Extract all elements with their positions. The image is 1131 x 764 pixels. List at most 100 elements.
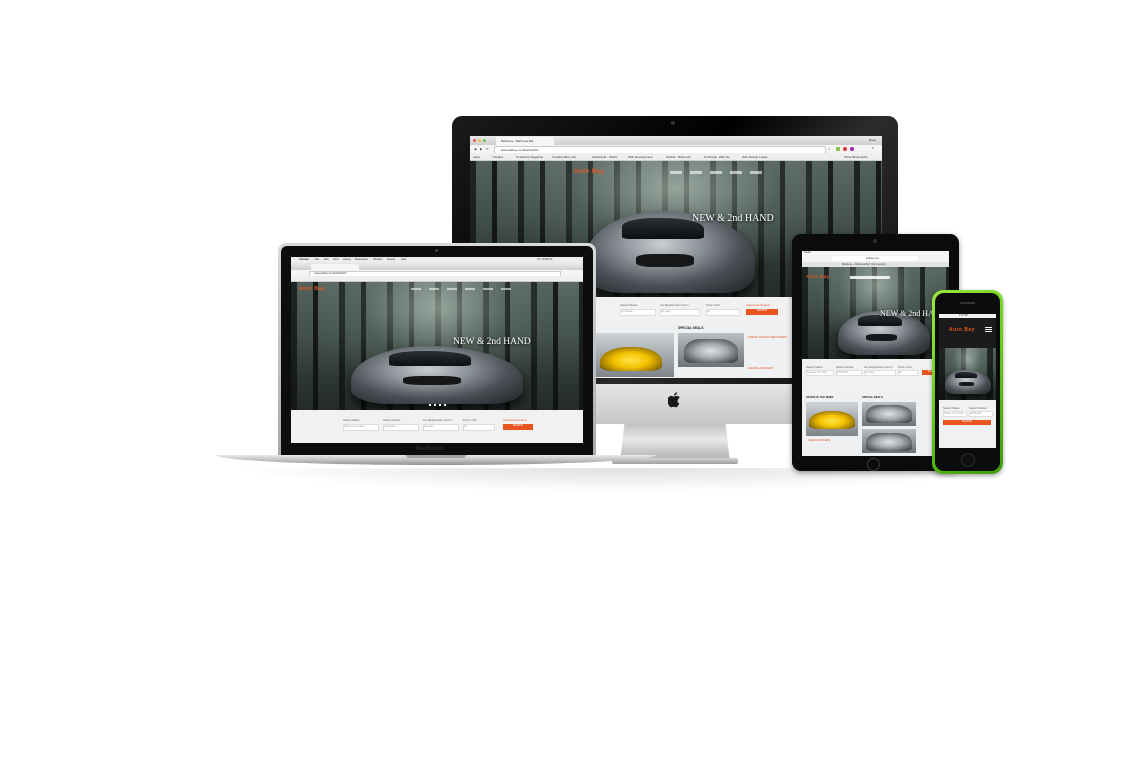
menubar-item[interactable]: Bookmarks <box>355 258 368 261</box>
make-label: Select Make <box>943 406 960 410</box>
bookmark-item[interactable]: UI Design, Web De <box>704 155 730 159</box>
site-nav <box>411 288 511 290</box>
registration-select[interactable]: All years <box>423 424 459 431</box>
deal-car-image[interactable] <box>866 405 912 423</box>
bookmark-item[interactable]: Other Bookmarks <box>844 155 867 159</box>
deal-title[interactable]: FRESH OFFER MERCEDES <box>748 335 787 339</box>
advanced-search-link[interactable]: Advanced Search <box>746 303 770 307</box>
model-select[interactable]: All Models <box>836 370 862 376</box>
extension-icon[interactable] <box>836 147 840 151</box>
price-select[interactable]: All <box>463 424 495 431</box>
bookmark-star-icon[interactable]: ☆ <box>828 147 831 151</box>
hero-car-image <box>351 346 523 404</box>
site-logo[interactable]: Auto Bay <box>806 274 830 279</box>
make-select[interactable]: Select a car make <box>943 411 967 417</box>
site-logo[interactable]: Auto Bay <box>299 286 325 292</box>
make-label: Select Make <box>343 418 360 422</box>
url-field[interactable]: autbay.com <box>832 256 918 261</box>
menubar-item[interactable]: People <box>387 258 395 261</box>
bookmark-item[interactable]: Creative Bloq | Art <box>552 155 576 159</box>
macbook-label: MacBook Air <box>416 446 445 452</box>
imac-tabbar: Barhama - Barhama Bar Dave <box>470 136 882 145</box>
reload-icon[interactable]: ↻ <box>486 147 489 151</box>
make-select[interactable]: Select a car make <box>343 424 379 431</box>
menubar-item[interactable]: Chrome <box>299 258 309 261</box>
macbook-device: Chrome File Edit View History Bookmarks … <box>216 243 656 473</box>
ipad-addressbar: autbay.com <box>802 255 949 262</box>
offer-title: OFFER OF THE WEEK <box>806 396 834 399</box>
url-text: www.autbay.com/barhari/bh/ <box>314 272 347 275</box>
model-select[interactable]: All Models <box>969 411 993 417</box>
menubar-clock: Thu 20:58:30 <box>537 258 553 261</box>
window-minimize-icon[interactable] <box>478 139 481 142</box>
back-icon[interactable]: ◀ <box>474 147 476 151</box>
hero-section: Auto Bay NEW & 2nd HAND <box>291 282 583 410</box>
imac-camera <box>671 121 675 125</box>
deal-car-image[interactable] <box>684 339 738 363</box>
bookmark-item[interactable]: Awwwards - Websi <box>592 155 617 159</box>
menubar-item[interactable]: File <box>315 258 319 261</box>
make-select[interactable]: Select a car make <box>806 370 834 376</box>
price-select[interactable]: All <box>706 309 740 316</box>
deal-car-image-2[interactable] <box>866 433 912 451</box>
iphone-home-button[interactable] <box>961 453 975 467</box>
offer-car-image[interactable] <box>809 411 855 429</box>
content-area: OFFER OF THE WEEK SPECIAL DEALS SEARCH O… <box>802 393 949 456</box>
extension-icon[interactable] <box>843 147 847 151</box>
menubar-item[interactable]: Edit <box>324 258 328 261</box>
menubar-item[interactable]: History <box>343 258 351 261</box>
bookmark-item[interactable]: Web Development <box>628 155 653 159</box>
window-zoom-icon[interactable] <box>483 139 486 142</box>
hero-section <box>939 348 996 400</box>
ipad-camera <box>873 239 877 243</box>
menu-icon[interactable]: ≡ <box>872 146 874 150</box>
carousel-dots[interactable] <box>429 404 447 406</box>
browser-user-name: Dave <box>868 138 876 142</box>
bookmark-item[interactable]: Tutsplus <box>492 155 503 159</box>
registration-label: 1st Registration From <box>660 303 689 307</box>
bookmark-item[interactable]: Apps <box>473 155 480 159</box>
bookmark-item[interactable]: GitHub · Build soft <box>666 155 690 159</box>
model-select[interactable]: All Models <box>383 424 419 431</box>
macbook-camera <box>435 249 438 252</box>
bookmark-item[interactable]: Web Design Ledge <box>742 155 767 159</box>
price-label: Price Until <box>706 303 720 307</box>
apple-logo-icon <box>667 392 682 408</box>
search-button[interactable]: SEARCH <box>943 420 991 425</box>
price-select[interactable]: All <box>898 370 918 376</box>
price-label: Price Until <box>463 418 477 422</box>
iphone-screen: 1:11 PM Auto Bay Select Make Select Mode… <box>939 314 996 448</box>
advanced-search-link[interactable]: Advanced Search <box>503 418 527 422</box>
ipad-screen: Carrier autbay.com Barhama — Barhama Bar… <box>802 251 949 456</box>
search-button[interactable]: SEARCH <box>746 309 778 315</box>
browser-tab[interactable]: Barhama - Barhama Bar <box>496 137 554 145</box>
iphone-page-header: Auto Bay <box>939 318 996 348</box>
site-logo[interactable]: Auto Bay <box>949 327 975 333</box>
search-bar: Select Make Select Model 1st Registratio… <box>291 410 583 443</box>
bookmark-item[interactable]: Smashing Magazine <box>516 155 543 159</box>
hero-car-image <box>945 370 991 394</box>
menubar-item[interactable]: Window <box>373 258 382 261</box>
macbook-screen: Chrome File Edit View History Bookmarks … <box>291 257 583 443</box>
search-button[interactable]: SEARCH <box>503 424 533 430</box>
registration-select[interactable]: All years <box>864 370 896 376</box>
window-close-icon[interactable] <box>473 139 476 142</box>
iphone-speaker <box>960 302 975 304</box>
model-label: Select Model <box>383 418 401 422</box>
forward-icon[interactable]: ▶ <box>480 147 482 151</box>
floor-shadow <box>230 468 1010 492</box>
registration-select[interactable]: All years <box>660 309 700 316</box>
hamburger-menu-icon[interactable] <box>985 327 992 332</box>
macbook-tabbar <box>291 263 583 270</box>
deal-more-link[interactable]: SEARCH OFFERS <box>748 366 774 370</box>
menubar-item[interactable]: Help <box>401 258 406 261</box>
registration-label: 1st Registration From <box>864 365 893 369</box>
registration-label: 1st Registration From <box>423 418 452 422</box>
deal-more-link[interactable]: SEARCH OFFERS <box>808 439 830 442</box>
hero-headline: NEW & 2nd HAND <box>453 337 531 347</box>
extension-icon[interactable] <box>850 147 854 151</box>
site-logo[interactable]: Auto Bay <box>574 169 604 175</box>
price-label: Price Until <box>898 365 912 369</box>
menubar-item[interactable]: View <box>333 258 339 261</box>
site-nav <box>670 171 770 174</box>
